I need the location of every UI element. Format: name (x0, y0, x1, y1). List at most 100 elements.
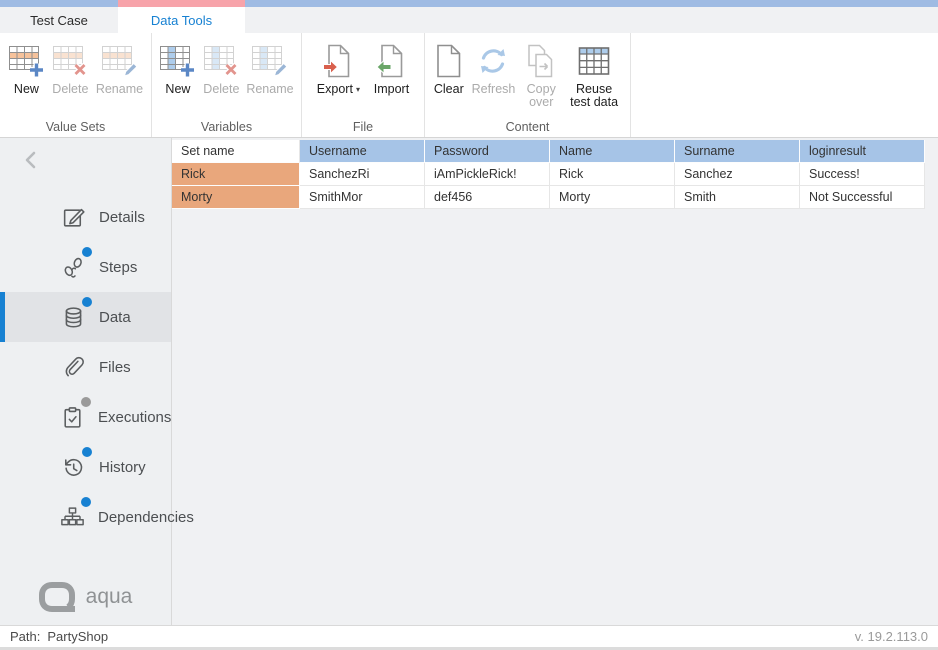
group-variables: New Delete (152, 33, 302, 137)
status-bar: Path: PartyShop v. 19.2.113.0 (0, 625, 938, 650)
variable-rename-button: Rename (245, 42, 294, 96)
notification-badge (81, 397, 91, 407)
reuse-test-data-button[interactable]: Reuse test data (566, 42, 622, 109)
column-header-loginresult: loginresult (800, 140, 925, 163)
cell-surname[interactable]: Smith (675, 186, 800, 209)
ribbon-tab-strip: Test Case Data Tools (0, 7, 938, 33)
database-icon (60, 304, 86, 330)
table-row: Rick SanchezRi iAmPickleRick! Rick Sanch… (172, 163, 925, 186)
sidebar-item-executions[interactable]: Executions (0, 392, 171, 442)
table-row: Morty SmithMor def456 Morty Smith Not Su… (172, 186, 925, 209)
export-icon (323, 42, 353, 80)
sidebar-item-data[interactable]: Data (0, 292, 171, 342)
group-label: Content (425, 120, 630, 134)
button-label: Delete (203, 83, 239, 96)
edit-icon (60, 204, 86, 230)
column-header-password: Password (425, 140, 550, 163)
button-label: Rename (96, 83, 143, 96)
cell-loginresult[interactable]: Not Successful (800, 186, 925, 209)
footprints-icon (60, 254, 86, 280)
button-label: Rename (246, 83, 293, 96)
sidebar-nav: Details Steps (0, 192, 171, 542)
refresh-icon (476, 42, 510, 80)
blank-page-icon (435, 42, 463, 80)
accent-strip (0, 0, 938, 7)
button-label: Reuse test data (567, 83, 621, 109)
paperclip-icon (60, 354, 86, 380)
value-set-rename-button: Rename (95, 42, 144, 96)
table-delete-icon (52, 42, 89, 80)
column-header-name: Name (550, 140, 675, 163)
tab-data-tools[interactable]: Data Tools (118, 7, 245, 33)
table-header-row: Set name Username Password Name Surname … (172, 140, 925, 163)
import-icon (376, 42, 406, 80)
column-add-icon (159, 42, 196, 80)
refresh-button: Refresh (471, 42, 517, 96)
value-set-table: Set name Username Password Name Surname … (172, 140, 925, 209)
button-label: Refresh (472, 83, 516, 96)
cell-set-name[interactable]: Rick (172, 163, 300, 186)
column-header-set-name: Set name (172, 140, 300, 163)
group-value-sets: New Delete (0, 33, 152, 137)
sidebar-item-label: Data (99, 309, 131, 326)
table-rename-icon (101, 42, 138, 80)
group-content: Clear Refresh (425, 33, 631, 137)
copy-pages-icon (526, 42, 556, 80)
value-set-new-button[interactable]: New (7, 42, 46, 96)
cell-username[interactable]: SanchezRi (300, 163, 425, 186)
sidebar-item-label: Files (99, 359, 131, 376)
cell-surname[interactable]: Sanchez (675, 163, 800, 186)
variable-new-button[interactable]: New (158, 42, 197, 96)
clipboard-check-icon (60, 404, 85, 430)
sidebar-item-dependencies[interactable]: Dependencies (0, 492, 171, 542)
main-area: Details Steps (0, 138, 938, 625)
button-label: New (14, 83, 39, 96)
notification-badge (82, 447, 92, 457)
notification-badge (82, 247, 92, 257)
version-text: v. 19.2.113.0 (855, 629, 928, 644)
export-button[interactable]: Export▾ (316, 42, 361, 96)
button-label: Export▾ (317, 83, 360, 96)
value-set-delete-button: Delete (51, 42, 90, 96)
sidebar-item-files[interactable]: Files (0, 342, 171, 392)
sidebar-item-label: Dependencies (98, 509, 194, 526)
button-label: Copy over (523, 83, 559, 109)
sidebar-item-details[interactable]: Details (0, 192, 171, 242)
sidebar-item-history[interactable]: History (0, 442, 171, 492)
sidebar: Details Steps (0, 138, 172, 625)
notification-badge (82, 297, 92, 307)
notification-badge (81, 497, 91, 507)
tab-test-case[interactable]: Test Case (0, 7, 118, 33)
cell-set-name[interactable]: Morty (172, 186, 300, 209)
import-button[interactable]: Import (373, 42, 410, 96)
sidebar-item-label: Steps (99, 259, 137, 276)
sidebar-item-label: Details (99, 209, 145, 226)
group-file: Export▾ Import File (302, 33, 425, 137)
history-clock-icon (60, 454, 86, 480)
cell-name[interactable]: Morty (550, 186, 675, 209)
cell-password[interactable]: def456 (425, 186, 550, 209)
path-value: PartyShop (47, 629, 108, 644)
cell-username[interactable]: SmithMor (300, 186, 425, 209)
button-label: New (165, 83, 190, 96)
group-label: Value Sets (0, 120, 151, 134)
cell-password[interactable]: iAmPickleRick! (425, 163, 550, 186)
ribbon: New Delete (0, 33, 938, 138)
dropdown-caret-icon: ▾ (356, 85, 360, 94)
table-reuse-icon (578, 42, 610, 80)
collapse-sidebar-button[interactable] (22, 150, 42, 170)
clear-button[interactable]: Clear (433, 42, 465, 96)
cell-name[interactable]: Rick (550, 163, 675, 186)
button-label: Delete (52, 83, 88, 96)
hierarchy-icon (60, 504, 85, 530)
column-rename-icon (251, 42, 288, 80)
sidebar-item-steps[interactable]: Steps (0, 242, 171, 292)
table-add-icon (8, 42, 45, 80)
aqua-logo: aqua (0, 581, 171, 613)
column-header-username: Username (300, 140, 425, 163)
cell-loginresult[interactable]: Success! (800, 163, 925, 186)
active-tab-accent (118, 0, 245, 7)
button-label: Clear (434, 83, 464, 96)
aqua-logo-icon (39, 581, 77, 613)
path-label: Path: (10, 629, 40, 644)
